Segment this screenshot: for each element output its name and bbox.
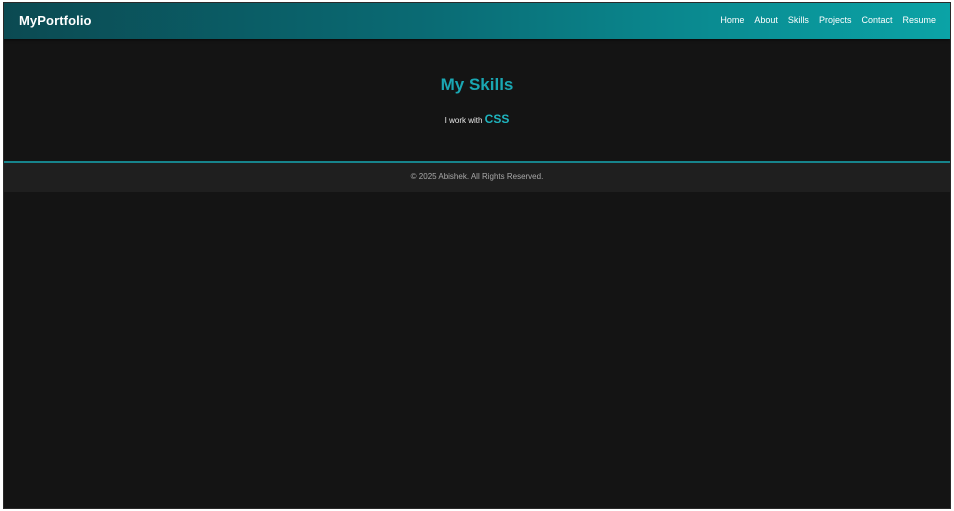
nav-link-home[interactable]: Home — [720, 15, 744, 25]
nav-link-projects[interactable]: Projects — [819, 15, 852, 25]
skills-typing-line: I work with CSS — [4, 112, 950, 126]
nav-link-skills[interactable]: Skills — [788, 15, 809, 25]
browser-viewport: MyPortfolio Home About Skills Projects C… — [3, 2, 951, 509]
nav-links: Home About Skills Projects Contact Resum… — [710, 15, 936, 25]
footer: © 2025 Abishek. All Rights Reserved. — [4, 163, 950, 192]
skills-title: My Skills — [440, 75, 514, 94]
typed-skill: CSS — [484, 112, 510, 126]
copyright-text: © 2025 Abishek. All Rights Reserved. — [410, 172, 544, 181]
nav-link-about[interactable]: About — [754, 15, 778, 25]
navbar: MyPortfolio Home About Skills Projects C… — [4, 3, 950, 39]
nav-link-resume[interactable]: Resume — [902, 15, 936, 25]
site-brand[interactable]: MyPortfolio — [19, 13, 92, 28]
skills-prefix: I work with — [444, 116, 483, 125]
skills-section: My Skills I work with CSS — [4, 39, 950, 161]
nav-link-contact[interactable]: Contact — [861, 15, 892, 25]
